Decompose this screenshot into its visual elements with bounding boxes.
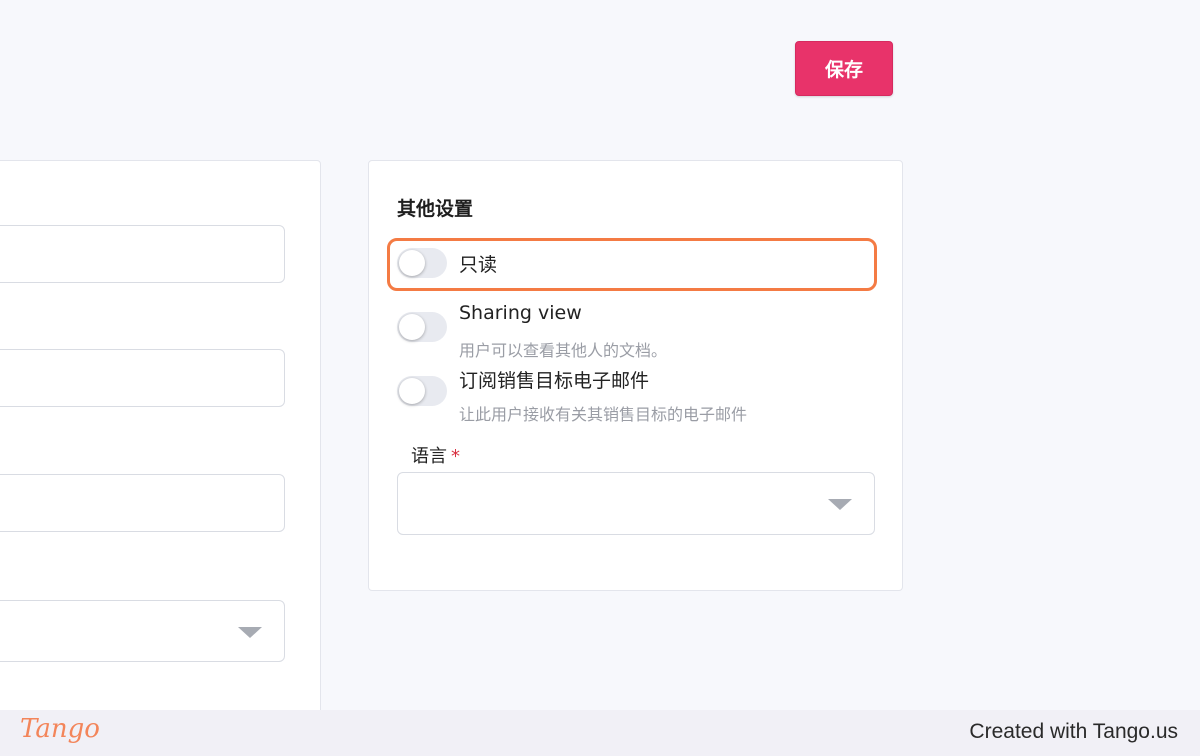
language-label-text: 语言 (411, 446, 447, 467)
toggle-knob (399, 314, 425, 340)
toggle-row-sharing-view: Sharing view 用户可以查看其他人的文档。 (397, 301, 877, 361)
toggle-row-sales-email: 订阅销售目标电子邮件 让此用户接收有关其销售目标的电子邮件 (397, 365, 877, 425)
form-input-2[interactable] (0, 349, 285, 407)
sales-email-label: 订阅销售目标电子邮件 (459, 370, 650, 392)
footer: Tango Created with Tango.us (0, 710, 1200, 756)
toggle-row-readonly: 只读 (397, 247, 877, 283)
other-settings-card: 其他设置 只读 Sharing view 用户可以查看其他人的文档。 订阅销售目… (368, 160, 903, 591)
toggle-knob (399, 378, 425, 404)
language-select[interactable] (397, 472, 875, 535)
tango-logo: Tango (20, 714, 100, 744)
save-button[interactable]: 保存 (795, 41, 893, 96)
sharing-view-label: Sharing view (459, 302, 582, 324)
toggle-knob (399, 250, 425, 276)
readonly-label: 只读 (459, 254, 498, 276)
language-label: 语言 * (411, 442, 460, 468)
footer-credit: Created with Tango.us (969, 720, 1178, 743)
form-input-1[interactable] (0, 225, 285, 283)
section-title: 其他设置 (397, 198, 474, 220)
main-form-card (0, 160, 321, 720)
chevron-down-icon (238, 627, 262, 638)
required-mark: * (451, 446, 460, 467)
sharing-view-toggle[interactable] (397, 312, 447, 342)
sales-email-description: 让此用户接收有关其销售目标的电子邮件 (459, 405, 748, 424)
form-select[interactable] (0, 600, 285, 662)
readonly-toggle[interactable] (397, 248, 447, 278)
sharing-view-description: 用户可以查看其他人的文档。 (459, 341, 668, 360)
sales-email-toggle[interactable] (397, 376, 447, 406)
form-input-3[interactable] (0, 474, 285, 532)
chevron-down-icon (828, 499, 852, 510)
